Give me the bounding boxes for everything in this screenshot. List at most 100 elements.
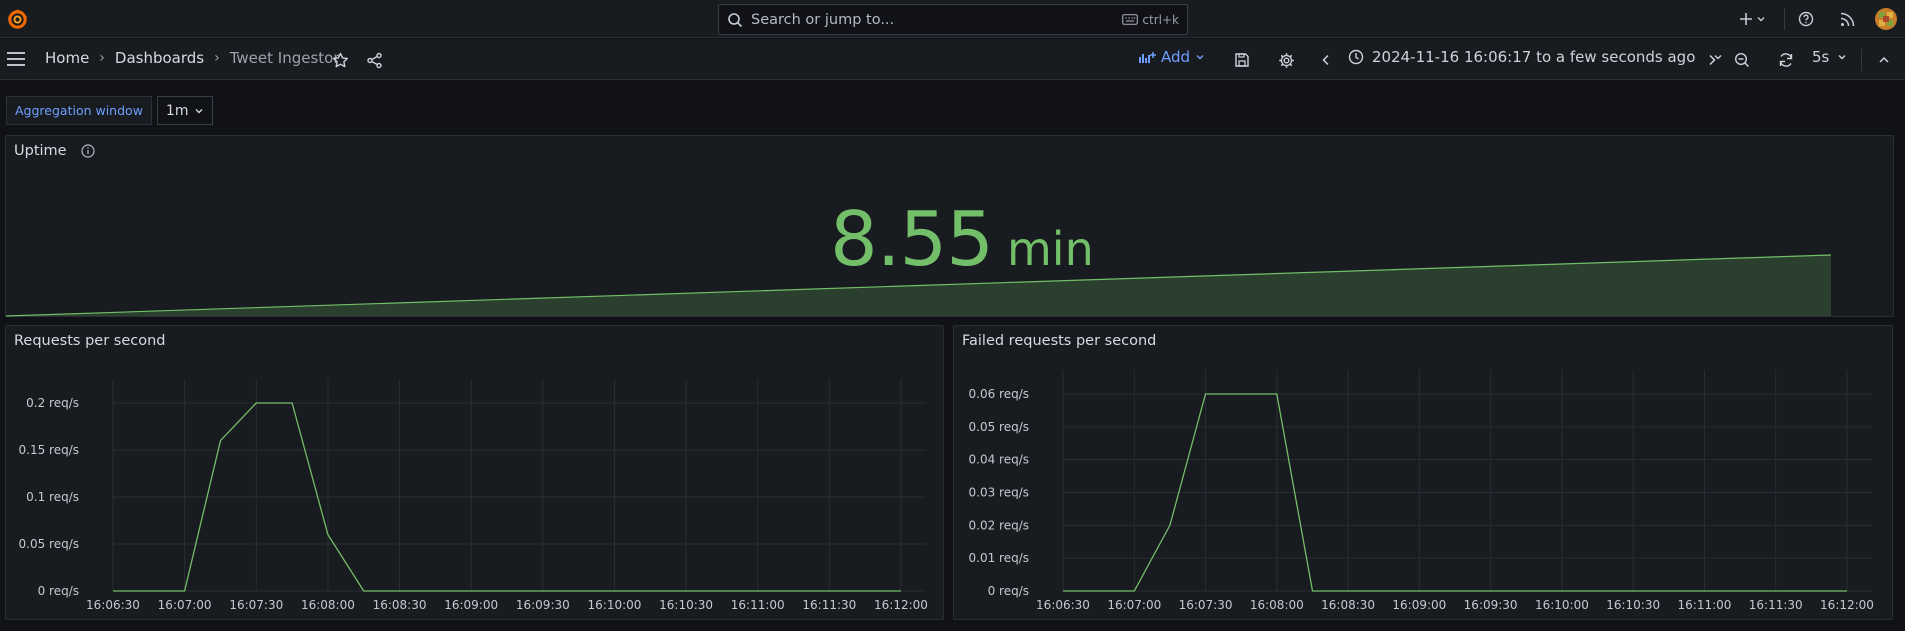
x-tick-label: 16:09:30 — [516, 598, 570, 612]
zoom-out-icon — [1734, 52, 1750, 68]
search-input[interactable]: Search or jump to... ctrl+k — [718, 4, 1188, 35]
requests-panel: Requests per second 0 req/s 0.05 req/s 0.1… — [5, 325, 944, 620]
share-button[interactable] — [364, 50, 384, 70]
x-tick-label: 16:10:00 — [588, 598, 642, 612]
new-button[interactable] — [1732, 12, 1772, 26]
avatar[interactable] — [1867, 8, 1905, 30]
add-button[interactable]: Add — [1138, 48, 1205, 66]
y-tick-label: 0.04 req/s — [969, 453, 1030, 467]
chevron-down-icon — [1838, 55, 1846, 60]
refresh-button[interactable] — [1776, 50, 1796, 70]
settings-button[interactable] — [1276, 50, 1296, 70]
keyboard-icon — [1122, 14, 1139, 25]
x-tick-label: 16:09:00 — [444, 598, 498, 612]
chevron-right-icon: › — [99, 50, 105, 66]
shortcut-text: ctrl+k — [1142, 12, 1179, 27]
dashboard-nav-bar: Home › Dashboards › Tweet Ingestor Add 2… — [0, 39, 1905, 80]
x-tick-label: 16:07:30 — [229, 598, 283, 612]
search-icon — [728, 12, 743, 27]
x-tick-label: 16:07:00 — [1107, 598, 1161, 612]
refresh-interval-value: 5s — [1812, 48, 1830, 66]
variable-label: Aggregation window — [6, 96, 152, 125]
failed-requests-panel: Failed requests per second 0 req/s 0.01 r… — [953, 325, 1893, 620]
refresh-icon — [1779, 53, 1793, 67]
star-icon — [332, 52, 348, 67]
y-tick-label: 0.06 req/s — [969, 387, 1030, 401]
x-tick-label: 16:11:00 — [731, 598, 785, 612]
plus-icon — [1739, 13, 1752, 25]
breadcrumb-dashboards[interactable]: Dashboards — [115, 49, 204, 67]
x-tick-label: 16:12:00 — [1820, 598, 1874, 612]
stat-unit: min — [1007, 222, 1094, 276]
x-tick-label: 16:08:00 — [1250, 598, 1304, 612]
x-tick-label: 16:11:00 — [1678, 598, 1732, 612]
save-icon — [1235, 53, 1249, 67]
y-tick-label: 0.01 req/s — [969, 551, 1030, 565]
time-range-text: 2024-11-16 16:06:17 to a few seconds ago — [1372, 48, 1696, 66]
time-range-picker[interactable]: 2024-11-16 16:06:17 to a few seconds ago — [1348, 48, 1723, 66]
search-placeholder: Search or jump to... — [751, 11, 895, 28]
x-tick-label: 16:11:30 — [802, 598, 856, 612]
y-tick-label: 0.15 req/s — [19, 443, 80, 457]
gear-icon — [1278, 52, 1294, 68]
y-tick-label: 0.02 req/s — [969, 518, 1030, 532]
failed-requests-chart: 0 req/s 0.01 req/s 0.02 req/s 0.03 req/s 0.0… — [969, 370, 1874, 612]
chevron-down-icon — [195, 108, 203, 113]
divider — [1861, 49, 1862, 71]
save-button[interactable] — [1232, 50, 1252, 70]
x-tick-label: 16:08:00 — [301, 598, 355, 612]
uptime-stat: 8.55 min — [830, 195, 1094, 283]
x-tick-label: 16:10:30 — [1606, 598, 1660, 612]
clock-icon — [1348, 49, 1364, 65]
x-tick-label: 16:06:30 — [86, 598, 140, 612]
aggregation-window-select[interactable]: 1m — [156, 96, 214, 125]
chevron-down-icon — [1196, 55, 1204, 60]
x-tick-label: 16:12:00 — [874, 598, 928, 612]
star-button[interactable] — [330, 50, 350, 70]
requests-chart: 0 req/s 0.05 req/s 0.1 req/s 0.15 req/s 0.2 … — [19, 379, 928, 612]
y-tick-label: 0.2 req/s — [26, 396, 79, 410]
grafana-logo-icon[interactable] — [6, 8, 29, 31]
chevron-down-icon — [1757, 17, 1764, 22]
x-tick-label: 16:10:00 — [1535, 598, 1589, 612]
x-tick-label: 16:09:00 — [1392, 598, 1446, 612]
stat-value: 8.55 — [830, 195, 994, 283]
chevron-up-icon — [1879, 56, 1889, 63]
top-right-actions — [1732, 0, 1905, 38]
x-tick-label: 16:08:30 — [373, 598, 427, 612]
breadcrumb-current: Tweet Ingestor — [229, 49, 340, 67]
y-tick-label: 0.05 req/s — [969, 420, 1030, 434]
variables-row: Aggregation window 1m — [6, 96, 214, 125]
x-tick-label: 16:11:30 — [1749, 598, 1803, 612]
variable-value: 1m — [165, 102, 189, 119]
x-tick-label: 16:07:30 — [1179, 598, 1233, 612]
y-tick-label: 0 req/s — [988, 584, 1029, 598]
collapse-button[interactable] — [1874, 50, 1894, 70]
share-icon — [366, 52, 382, 68]
hamburger-menu-icon[interactable] — [6, 50, 26, 68]
breadcrumb-home[interactable]: Home — [45, 49, 89, 67]
y-tick-label: 0 req/s — [38, 584, 79, 598]
x-tick-label: 16:10:30 — [659, 598, 713, 612]
time-back-button[interactable] — [1316, 50, 1336, 70]
y-tick-label: 0.1 req/s — [26, 490, 79, 504]
y-tick-label: 0.03 req/s — [969, 486, 1030, 500]
chevron-left-icon — [1322, 54, 1329, 66]
x-tick-label: 16:06:30 — [1036, 598, 1090, 612]
x-tick-label: 16:07:00 — [158, 598, 212, 612]
rss-icon — [1840, 12, 1854, 26]
news-button[interactable] — [1827, 12, 1867, 27]
add-label: Add — [1161, 48, 1191, 66]
x-tick-label: 16:09:30 — [1464, 598, 1518, 612]
help-icon — [1798, 11, 1814, 27]
refresh-interval-picker[interactable]: 5s — [1812, 48, 1847, 66]
chevron-right-icon: › — [214, 50, 220, 66]
help-button[interactable] — [1785, 11, 1827, 27]
zoom-out-button[interactable] — [1732, 50, 1752, 70]
add-panel-icon — [1139, 52, 1156, 63]
y-tick-label: 0.05 req/s — [19, 537, 80, 551]
breadcrumb: Home › Dashboards › Tweet Ingestor — [45, 49, 340, 67]
chevron-right-icon — [1709, 54, 1716, 66]
shortcut-hint: ctrl+k — [1122, 13, 1179, 27]
time-forward-button[interactable] — [1702, 50, 1722, 70]
